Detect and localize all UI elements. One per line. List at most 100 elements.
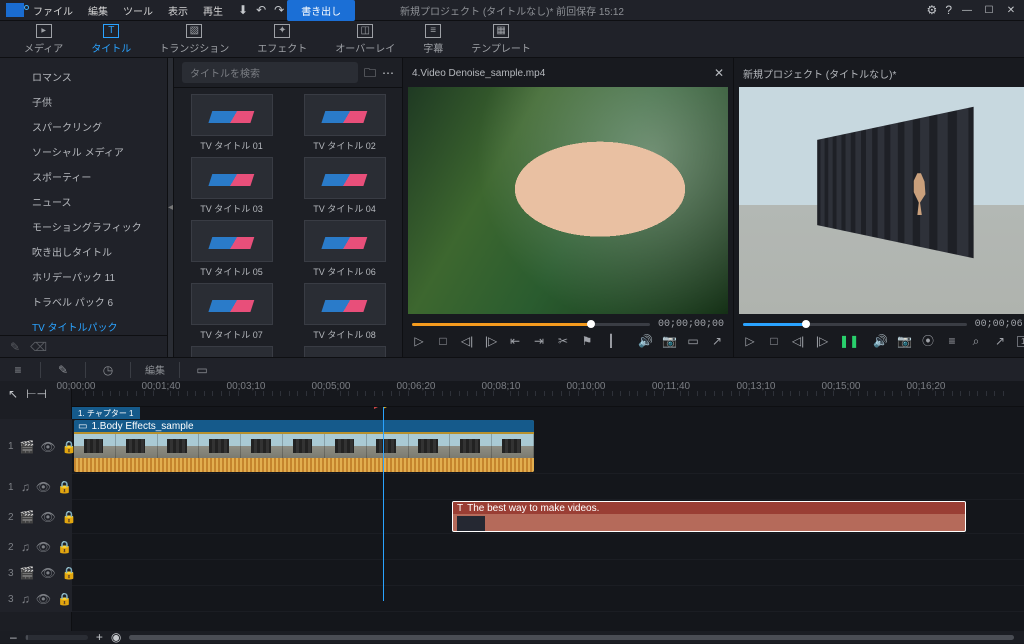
tab-subtitle[interactable]: ≡字幕 (409, 21, 457, 58)
track-magnet-icon[interactable]: ⊢⊣ (26, 388, 47, 400)
title-thumb[interactable] (184, 346, 279, 357)
play-icon[interactable]: ▷ (743, 335, 757, 347)
more-icon[interactable]: ⋯ (382, 67, 394, 79)
zoom-thumb[interactable] (26, 635, 29, 640)
title-thumb[interactable]: TV タイトル 03 (184, 157, 279, 217)
timeline-settings-icon[interactable]: ≡ (10, 362, 26, 378)
tab-template[interactable]: ▦テンプレート (457, 21, 545, 58)
category-item[interactable]: ソーシャル メディア (10, 139, 167, 164)
scroll-thumb[interactable] (129, 635, 1014, 640)
clip-video-1[interactable]: ▭ 1.Body Effects_sample (74, 420, 534, 472)
download-icon[interactable]: ⬇ (238, 4, 248, 16)
next-frame-icon[interactable]: |▷ (815, 335, 829, 347)
category-item[interactable]: 吹き出しタイトル (10, 239, 167, 264)
track-header[interactable]: 1♫👁🔒 (0, 474, 72, 500)
next-frame-icon[interactable]: |▷ (484, 335, 498, 347)
title-thumb[interactable]: TV タイトル 02 (297, 94, 392, 154)
aspect-badge[interactable]: 16:9 (1017, 336, 1024, 347)
marker-yellow[interactable] (383, 407, 393, 409)
track-visibility-icon[interactable]: 👁 (36, 541, 51, 553)
seek-thumb[interactable] (802, 320, 810, 328)
horizontal-scroll[interactable] (129, 635, 1014, 640)
menu-file[interactable]: ファイル (27, 1, 79, 20)
track-header[interactable]: 3♫👁🔒 (0, 586, 72, 612)
track-visibility-icon[interactable]: 👁 (41, 567, 56, 579)
preview-tab-close-icon[interactable]: ✕ (714, 67, 724, 79)
preview-program-canvas[interactable] (739, 87, 1024, 314)
category-item[interactable]: ロマンス (10, 64, 167, 89)
menu-view[interactable]: 表示 (162, 1, 194, 20)
stop-icon[interactable]: □ (767, 335, 781, 347)
insert-icon[interactable]: ✂ (556, 335, 570, 347)
track-selector-icon[interactable]: ↖ (8, 388, 18, 400)
play-icon[interactable]: ▷ (412, 335, 426, 347)
category-item[interactable]: ニュース (10, 189, 167, 214)
redo-icon[interactable]: ↷ (274, 4, 284, 16)
settings-icon[interactable]: ⚙ (927, 4, 938, 16)
seek-thumb[interactable] (587, 320, 595, 328)
prev-frame-icon[interactable]: ◁| (791, 335, 805, 347)
track-header[interactable]: 2♫👁🔒 (0, 534, 72, 560)
playhead[interactable] (383, 407, 384, 601)
minimize-button[interactable]: — (960, 3, 974, 17)
track-header[interactable]: 3🎬👁🔒 (0, 560, 72, 586)
tab-media[interactable]: メディア (10, 21, 77, 58)
export-button[interactable]: 書き出し (287, 0, 355, 21)
play-range-icon[interactable]: ❚❚ (839, 335, 853, 347)
zoom-out-icon[interactable]: – (10, 631, 17, 643)
title-thumb[interactable] (297, 346, 392, 357)
snapshot-icon[interactable]: 📷 (662, 335, 676, 347)
tab-title[interactable]: Tタイトル (77, 21, 145, 58)
timeline-clock-icon[interactable]: ◷ (100, 362, 116, 378)
track-lock-icon[interactable]: 🔒 (57, 541, 72, 553)
preview-settings-icon[interactable]: ≡ (945, 335, 959, 347)
category-item[interactable]: スパークリング (10, 114, 167, 139)
title-thumb[interactable]: TV タイトル 07 (184, 283, 279, 343)
title-thumb[interactable]: TV タイトル 01 (184, 94, 279, 154)
category-item[interactable]: トラベル パック 6 (10, 289, 167, 314)
help-icon[interactable]: ? (945, 4, 952, 16)
search-input[interactable]: タイトルを検索 (182, 62, 358, 83)
track-lock-icon[interactable]: 🔒 (57, 481, 72, 493)
record-icon[interactable]: ⦿ (921, 335, 935, 347)
menu-edit[interactable]: 編集 (82, 1, 114, 20)
track-lock-icon[interactable]: 🔒 (57, 593, 72, 605)
zoom-in-icon[interactable]: + (96, 631, 103, 643)
category-item[interactable]: TV タイトルパック (10, 314, 167, 335)
time-ruler[interactable]: 00;00;0000;01;4000;03;1000;05;0000;06;20… (72, 381, 1024, 406)
import-icon[interactable]: 🗀 (364, 67, 376, 79)
undo-icon[interactable]: ↶ (256, 4, 266, 16)
preview-source-seek[interactable] (412, 323, 650, 326)
title-thumb[interactable]: TV タイトル 05 (184, 220, 279, 280)
category-item[interactable]: モーショングラフィック (10, 214, 167, 239)
preview-program-seek[interactable] (743, 323, 967, 326)
pen-icon[interactable]: ✎ (10, 341, 20, 353)
zoom-fit-icon[interactable]: ◉ (111, 631, 121, 643)
timeline-view-icon[interactable]: ▭ (194, 362, 210, 378)
clip-title-1[interactable]: T The best way to make videos. (452, 501, 966, 532)
maximize-button[interactable]: ☐ (982, 3, 996, 17)
snapshot-icon[interactable]: 📷 (897, 335, 911, 347)
track-visibility-icon[interactable]: 👁 (36, 481, 51, 493)
track-visibility-icon[interactable]: 👁 (41, 441, 56, 453)
tracks-body[interactable]: 1. チャプター 1 ▭ 1.Body Effects_sample (72, 407, 1024, 631)
track-visibility-icon[interactable]: 👁 (41, 511, 56, 523)
prev-frame-icon[interactable]: ◁| (460, 335, 474, 347)
chapter-label[interactable]: 1. チャプター 1 (72, 407, 140, 419)
tab-overlay[interactable]: ◫オーバーレイ (321, 21, 409, 58)
category-item[interactable]: ホリデーパック 11 (10, 264, 167, 289)
timeline-pen-icon[interactable]: ✎ (55, 362, 71, 378)
volume-icon[interactable]: 🔊 (638, 335, 652, 347)
stop-icon[interactable]: □ (436, 335, 450, 347)
track-header[interactable]: 2🎬👁🔒 (0, 500, 72, 534)
track-visibility-icon[interactable]: 👁 (36, 593, 51, 605)
mark-out-icon[interactable]: ⇥ (532, 335, 546, 347)
zoom-slider[interactable] (25, 635, 88, 640)
popout-icon[interactable]: ↗ (710, 335, 724, 347)
category-item[interactable]: スポーティー (10, 164, 167, 189)
ratio-icon[interactable]: ▭ (686, 335, 700, 347)
tab-transition[interactable]: ▧トランジション (145, 21, 243, 58)
tab-effect[interactable]: ✦エフェクト (243, 21, 321, 58)
volume-icon[interactable]: 🔊 (873, 335, 887, 347)
popout-icon[interactable]: ↗ (993, 335, 1007, 347)
